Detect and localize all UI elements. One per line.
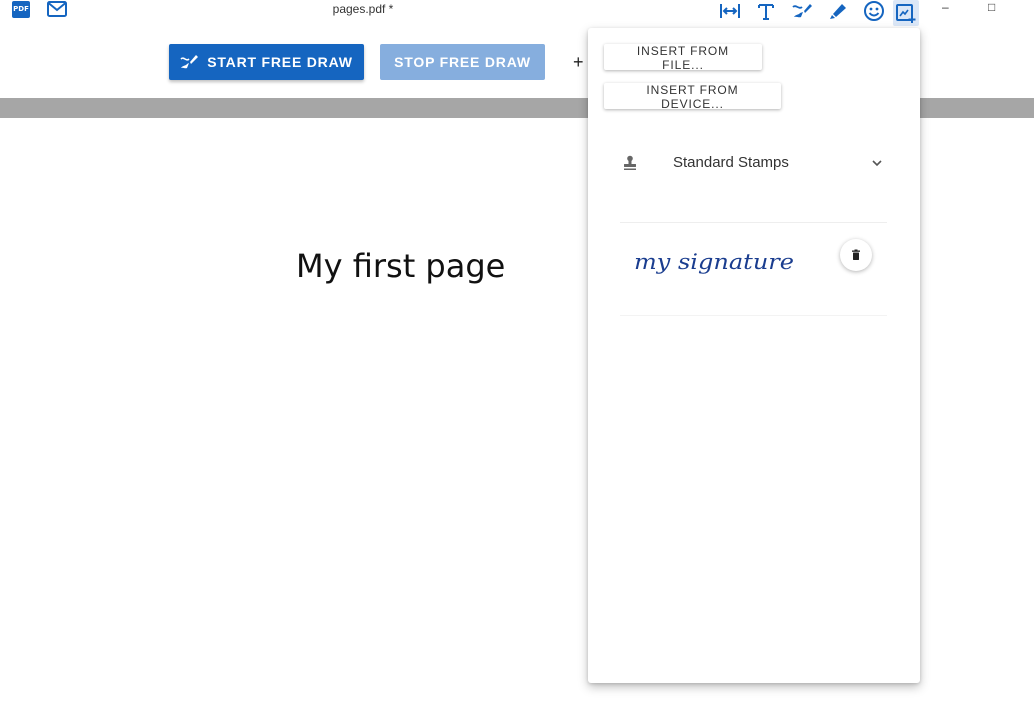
standard-stamps-label: Standard Stamps (673, 154, 789, 171)
page-heading: My first page (296, 247, 506, 285)
stamp-icon (622, 155, 638, 176)
start-free-draw-label: START FREE DRAW (207, 54, 353, 70)
maximize-button[interactable]: □ (988, 0, 995, 14)
start-free-draw-button[interactable]: START FREE DRAW (169, 44, 364, 80)
signature-image[interactable]: my signature (632, 245, 802, 286)
fit-width-icon[interactable] (718, 0, 742, 22)
signature-text: my signature (634, 250, 794, 274)
stop-free-draw-button[interactable]: STOP FREE DRAW (380, 44, 545, 80)
emoji-icon[interactable] (862, 0, 886, 22)
saved-signature-card[interactable]: my signature (620, 222, 887, 316)
insert-image-icon[interactable] (893, 0, 919, 26)
insert-from-file-button[interactable]: INSERT FROM FILE... (604, 44, 762, 72)
signature-drawing: my signature (634, 250, 794, 274)
text-icon[interactable] (754, 0, 778, 22)
highlighter-icon[interactable] (826, 0, 850, 22)
minimize-button[interactable]: – (942, 0, 949, 14)
add-icon[interactable]: + (573, 52, 584, 73)
stop-free-draw-label: STOP FREE DRAW (394, 54, 531, 70)
trash-icon (852, 249, 860, 260)
delete-signature-button[interactable] (840, 239, 872, 271)
document-title: pages.pdf * (332, 2, 394, 16)
free-draw-icon[interactable] (790, 0, 814, 22)
chevron-down-icon (870, 156, 884, 175)
insert-from-device-button[interactable]: INSERT FROM DEVICE... (604, 83, 781, 111)
insert-image-panel: INSERT FROM FILE... INSERT FROM DEVICE..… (588, 28, 920, 683)
standard-stamps-dropdown[interactable]: Standard Stamps (588, 140, 920, 184)
free-draw-icon (180, 55, 199, 69)
